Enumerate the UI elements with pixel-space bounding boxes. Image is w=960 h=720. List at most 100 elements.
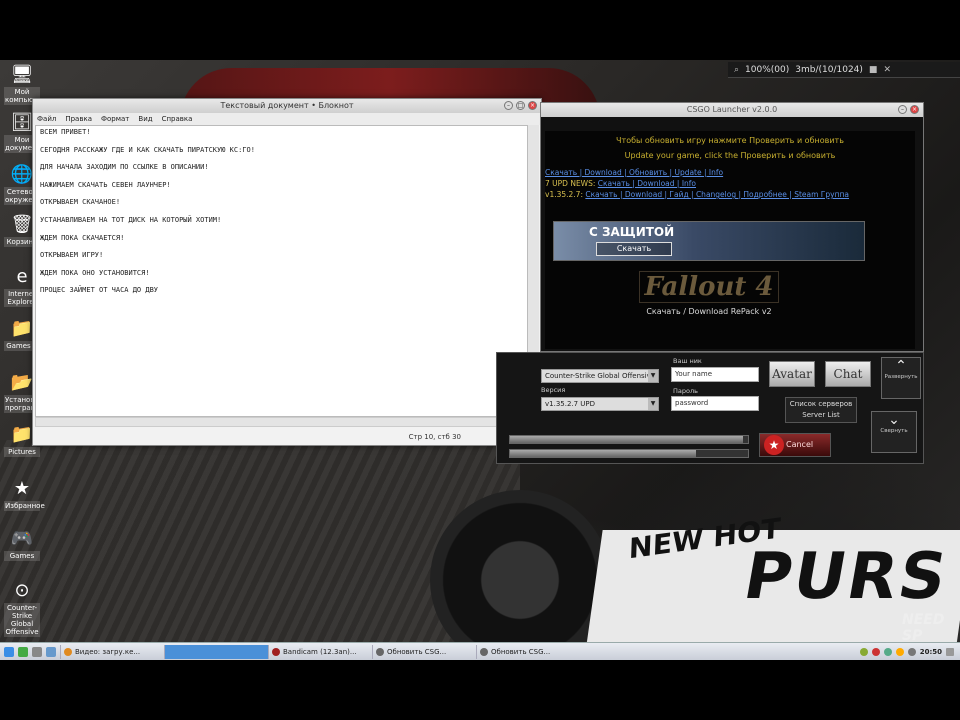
text-line: ОТКРЫВАЕМ СКАЧАНОЕ! <box>40 198 121 207</box>
task-list: Видео: загру.ке... Bandicam (12.3an)... Об… <box>60 644 580 659</box>
desktop-icon-glyph: 🗄 <box>10 112 34 133</box>
close-button[interactable]: × <box>528 101 537 110</box>
server-list-button[interactable]: Список серверов Server List <box>785 397 857 423</box>
news-link[interactable]: Скачать | Download | Гайд | Changelog | … <box>585 190 849 199</box>
folder-icon[interactable] <box>32 646 42 657</box>
launcher-titlebar[interactable]: CSGO Launcher v2.0.0 – × <box>541 103 923 117</box>
menu-file[interactable]: Файл <box>37 113 56 125</box>
horizontal-scrollbar[interactable] <box>35 417 529 427</box>
menu-help[interactable]: Справка <box>162 113 193 125</box>
taskbar-task[interactable]: Обновить CSG... <box>372 644 476 659</box>
desktop-icon-label: Избранное <box>4 501 45 511</box>
text-line: СЕГОДНЯ РАССКАЖУ ГДЕ И КАК СКАЧАТЬ ПИРАТ… <box>40 145 255 154</box>
tray-icon[interactable] <box>883 647 892 656</box>
nick-label: Ваш ник <box>673 357 702 365</box>
desktop-icon-glyph: 🖥 <box>10 64 34 85</box>
task-icon <box>64 647 72 656</box>
notepad-titlebar[interactable]: Текстовый документ • Блокнот – □ × <box>33 99 541 113</box>
news-links: Скачать | Download | Обновить | Update |… <box>545 167 915 200</box>
taskbar-task[interactable]: Видео: загру.ке... <box>60 644 164 659</box>
banner-download-button[interactable]: Скачать <box>596 242 672 256</box>
launcher-title: CSGO Launcher v2.0.0 <box>686 105 778 114</box>
news-header-line: Update your game, click the Проверить и … <box>624 151 836 160</box>
tray-icon[interactable] <box>871 647 880 656</box>
tray-icon[interactable] <box>859 647 868 656</box>
text-line: ЖДЕМ ПОКА СКАЧАЕТСЯ! <box>40 233 125 242</box>
show-desktop-icon[interactable] <box>946 647 954 656</box>
news-link[interactable]: Скачать | Download | Обновить | Update |… <box>545 168 723 177</box>
taskbar-task[interactable] <box>164 644 268 659</box>
clock[interactable]: 20:50 <box>920 648 942 656</box>
close-icon[interactable]: ✕ <box>883 65 891 75</box>
launcher-window[interactable]: CSGO Launcher v2.0.0 – × Чтобы обновить … <box>540 102 924 352</box>
task-label: Обновить CSG... <box>491 647 551 656</box>
password-field[interactable]: password <box>671 396 759 411</box>
taskbar: Видео: загру.ке... Bandicam (12.3an)... Об… <box>0 642 960 660</box>
desktop-icon-label: Games <box>4 551 40 561</box>
top-panel: ⌕ 100%(00) 3mb/(10/1024) ■ ✕ <box>728 62 960 78</box>
close-button[interactable]: × <box>910 105 919 114</box>
version-select[interactable]: v1.35.2.7 UPD ▼ <box>541 397 659 411</box>
desktop-icon-label: Counter-Strike Global Offensive <box>4 603 40 637</box>
desktop-icon-glyph: 📂 <box>10 372 34 393</box>
chevron-down-icon: ⌄ <box>888 412 900 428</box>
news-prefix: v1.35.2.7: <box>545 190 586 199</box>
promo-fallout4[interactable]: Fallout 4 Скачать / Download RePack v2 <box>639 271 779 331</box>
menu-edit[interactable]: Правка <box>65 113 92 125</box>
top-panel-item: 3mb/(10/1024) <box>795 64 863 75</box>
minimize-button[interactable]: – <box>504 101 513 110</box>
volume-icon[interactable] <box>907 647 916 656</box>
text-line: ОТКРЫВАЕМ ИГРУ! <box>40 251 104 260</box>
cancel-label: Cancel <box>786 440 814 449</box>
desktop-icon-glyph: ⊙ <box>14 580 30 601</box>
task-icon <box>168 647 176 656</box>
desktop-icon-glyph: 🗑 <box>10 214 34 235</box>
progress-bar-total <box>509 435 749 444</box>
chevron-down-icon[interactable]: ▼ <box>648 370 658 382</box>
launcher-news: Чтобы обновить игру нажмите Проверить и … <box>545 131 915 349</box>
news-line: Скачать | Download | Обновить | Update |… <box>545 167 915 178</box>
server-list-label-ru: Список серверов <box>789 400 853 408</box>
desktop-icon[interactable]: 🎮 Games <box>4 528 40 561</box>
desktop-icon[interactable]: ⊙ Counter-Strike Global Offensive <box>4 580 40 637</box>
tray-icon[interactable] <box>895 647 904 656</box>
camera-icon[interactable]: ■ <box>869 65 878 75</box>
minimize-button[interactable]: – <box>898 105 907 114</box>
chat-button[interactable]: Chat <box>825 361 871 387</box>
maximize-button[interactable]: □ <box>516 101 525 110</box>
game-select[interactable]: Counter-Strike Global Offensive ▼ <box>541 369 659 383</box>
promo-caption[interactable]: Скачать / Download RePack v2 <box>639 307 779 316</box>
progress-fill <box>510 450 696 457</box>
avatar-button[interactable]: Avatar <box>769 361 815 387</box>
start-icon[interactable] <box>4 646 14 657</box>
browser-icon[interactable] <box>46 646 56 657</box>
chevron-up-icon: ⌃ <box>895 358 907 374</box>
taskbar-task[interactable]: Обновить CSG... <box>476 644 580 659</box>
nickname-field[interactable]: Your name <box>671 367 759 382</box>
desktop-icon[interactable]: ★ Избранное <box>4 478 45 511</box>
search-icon[interactable]: ⌕ <box>734 65 739 75</box>
notepad-statusbar: Стр 10, стб 30 <box>408 433 461 441</box>
cancel-button[interactable]: ★ Cancel <box>759 433 831 457</box>
text-line: НАЖИМАЕМ СКАЧАТЬ СЕВЕН ЛАУНЧЕР! <box>40 180 171 189</box>
wallpaper-text-nfs: NEED SP <box>902 612 945 644</box>
collapse-caption: Свернуть <box>880 428 908 434</box>
system-tray: 20:50 <box>859 647 960 656</box>
notepad-window[interactable]: Текстовый документ • Блокнот – □ × Файл … <box>32 98 542 446</box>
collapse-button[interactable]: ⌄ Свернуть <box>871 411 917 453</box>
news-link[interactable]: Скачать | Download | Info <box>598 179 696 188</box>
desktop-icon-glyph: e <box>16 266 28 287</box>
menu-format[interactable]: Формат <box>101 113 129 125</box>
stop-icon: ★ <box>764 435 784 455</box>
notepad-text-area[interactable]: ВСЕМ ПРИВЕТ! СЕГОДНЯ РАССКАЖУ ГДЕ И КАК С… <box>35 125 529 417</box>
text-line: ВСЕМ ПРИВЕТ! <box>40 128 91 136</box>
desktop-icon-glyph: 📁 <box>10 424 34 445</box>
protection-banner[interactable]: С ЗАЩИТОЙ Скачать <box>553 221 865 261</box>
expand-button[interactable]: ⌃ Развернуть <box>881 357 921 399</box>
version-select-value: v1.35.2.7 UPD <box>545 400 596 408</box>
skype-icon[interactable] <box>18 646 28 657</box>
desktop-icon-label: Pictures <box>4 447 40 457</box>
taskbar-task[interactable]: Bandicam (12.3an)... <box>268 644 372 659</box>
chevron-down-icon[interactable]: ▼ <box>648 398 658 410</box>
menu-view[interactable]: Вид <box>138 113 152 125</box>
